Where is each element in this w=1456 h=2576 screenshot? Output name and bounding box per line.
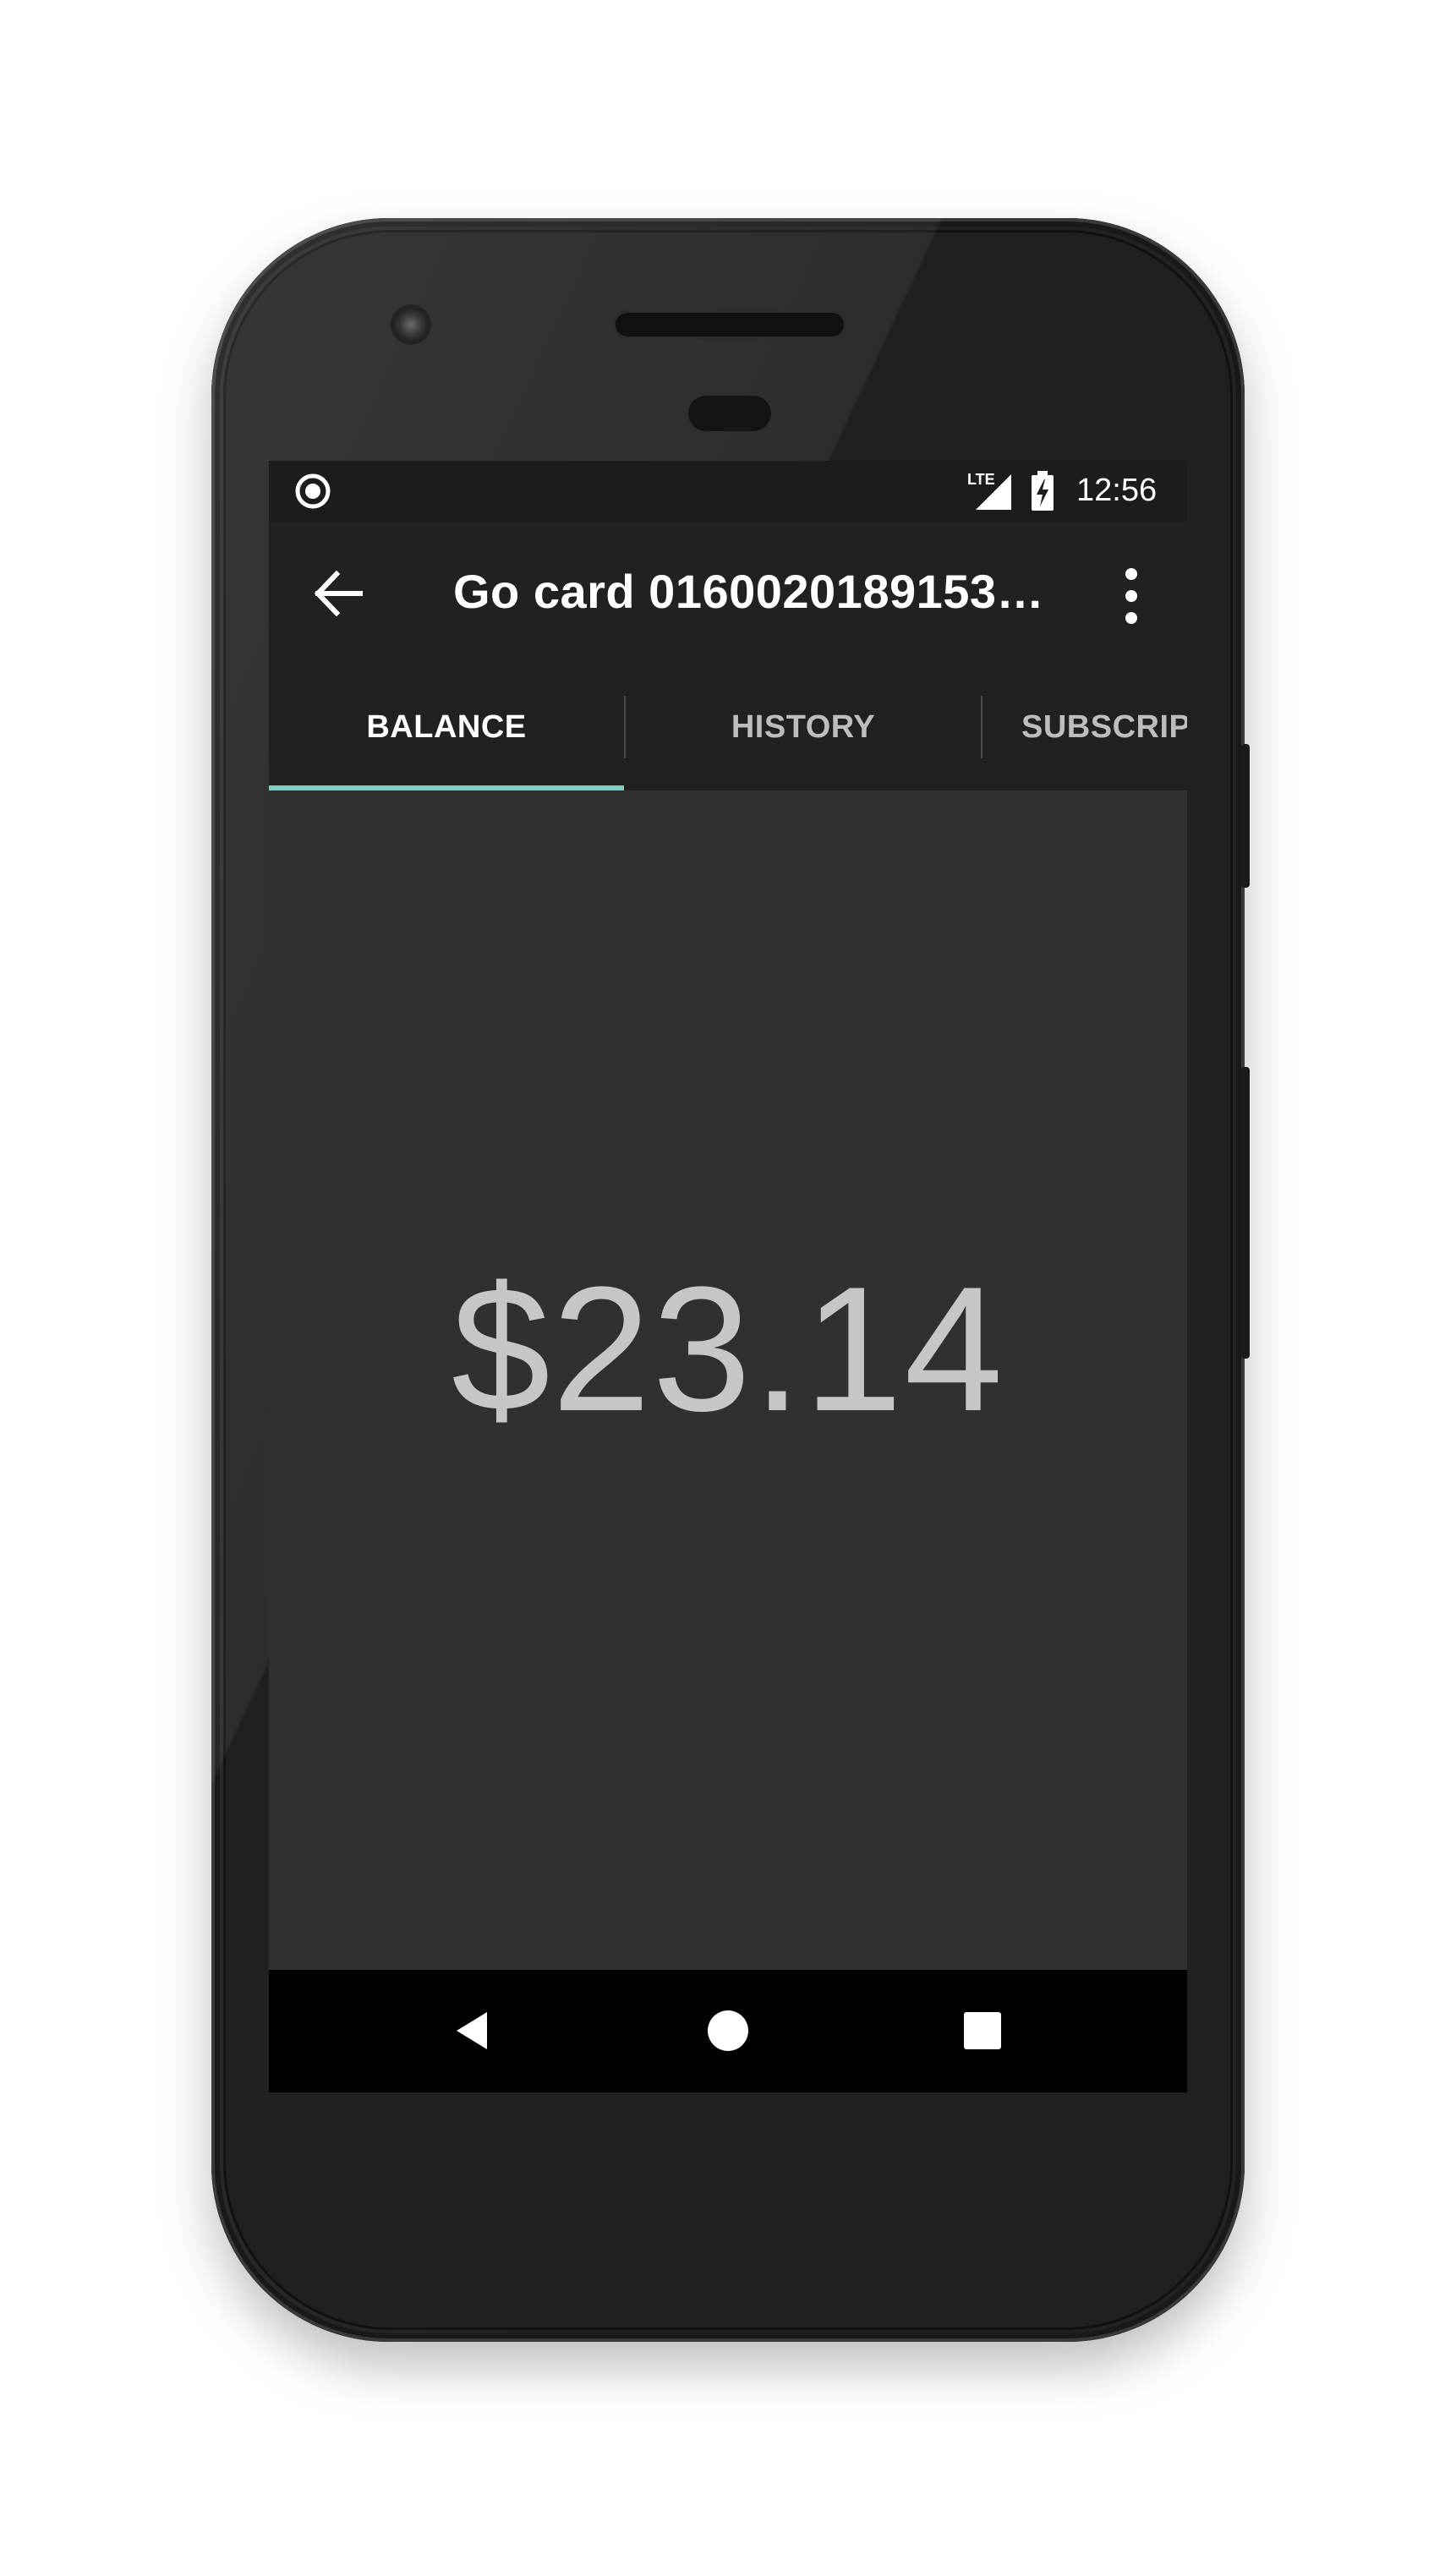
stage: LTE 12:56 Go card 0160020189153… BALANCE…: [0, 0, 1456, 2576]
tab-balance[interactable]: BALANCE: [269, 664, 624, 790]
status-bar: LTE 12:56: [269, 461, 1187, 522]
notification-dot-icon: [295, 473, 331, 509]
balance-amount: $23.14: [451, 1250, 1005, 1448]
status-time: 12:56: [1076, 473, 1158, 508]
page-title: Go card 0160020189153…: [453, 565, 1045, 618]
earpiece-speaker: [616, 313, 844, 336]
more-vert-icon[interactable]: [1114, 562, 1148, 630]
app-bar: Go card 0160020189153…: [269, 522, 1187, 664]
tab-subscriptions[interactable]: SUBSCRIP: [983, 664, 1187, 790]
nav-recents-icon[interactable]: [952, 2000, 1013, 2061]
arrow-back-icon[interactable]: [309, 564, 369, 623]
proximity-sensor: [688, 396, 771, 431]
signal-icon: [976, 474, 1011, 510]
phone-screen: LTE 12:56 Go card 0160020189153… BALANCE…: [269, 461, 1187, 2092]
tab-bar: BALANCE HISTORY SUBSCRIP: [269, 664, 1187, 790]
battery-charging-icon: [1032, 471, 1054, 511]
phone-side-button-bottom: [1241, 1067, 1250, 1359]
phone-side-button-top: [1241, 744, 1250, 888]
balance-panel: $23.14: [269, 790, 1187, 1970]
front-camera: [391, 304, 431, 345]
tab-history[interactable]: HISTORY: [626, 664, 981, 790]
navigation-bar: [269, 1970, 1187, 2092]
nav-home-icon[interactable]: [698, 2000, 758, 2061]
nav-back-icon[interactable]: [441, 2000, 502, 2061]
